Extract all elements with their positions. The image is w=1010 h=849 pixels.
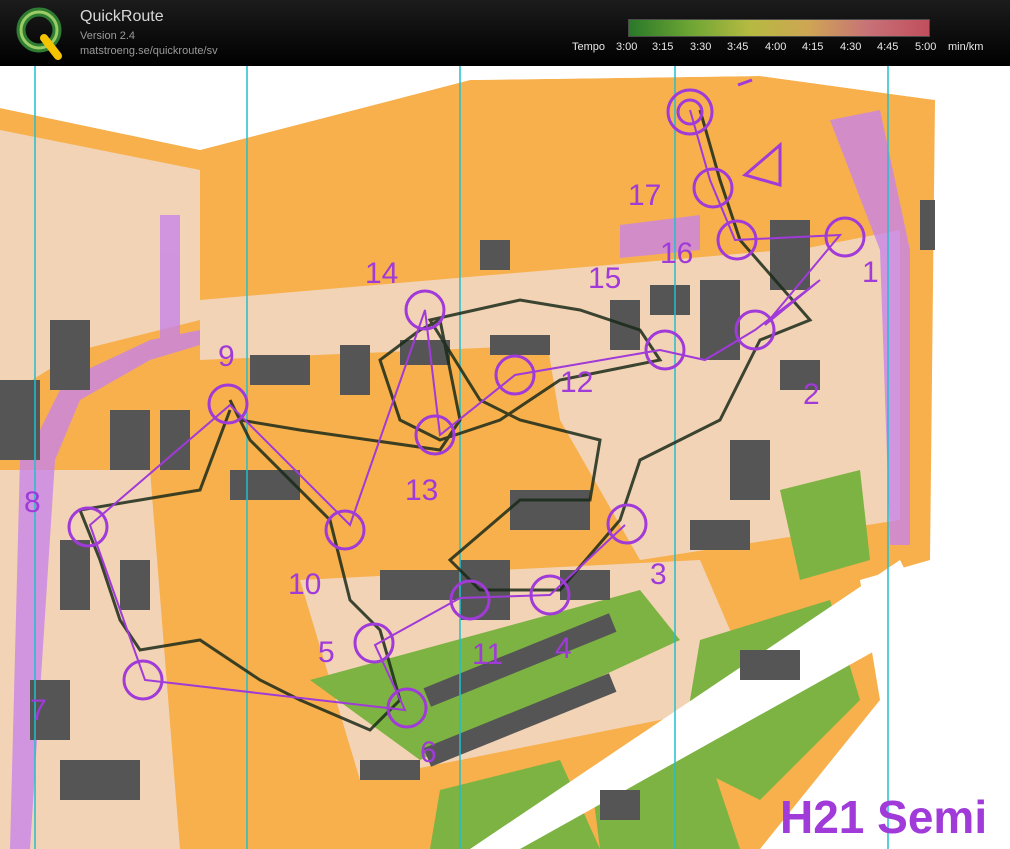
control-number: 17 — [628, 179, 661, 212]
tempo-tick: 3:00 — [616, 41, 638, 53]
orienteering-map[interactable]: 1 2 3 4 5 6 7 8 9 10 11 12 13 14 15 16 1… — [0, 66, 1010, 849]
control-number: 7 — [30, 694, 47, 727]
control-number: 14 — [365, 257, 398, 290]
control-number: 5 — [318, 636, 335, 669]
tempo-tick: 3:45 — [727, 41, 749, 53]
control-number: 1 — [862, 256, 879, 289]
quickroute-logo-icon — [16, 7, 62, 60]
header-bar: QuickRoute Version 2.4 matstroeng.se/qui… — [0, 0, 1010, 66]
tempo-color-scale — [628, 19, 930, 37]
control-number: 11 — [472, 638, 503, 671]
tempo-tick: 5:00 — [915, 41, 937, 53]
tempo-tick: 3:15 — [652, 41, 674, 53]
tempo-unit: min/km — [948, 41, 984, 53]
course-label: H21 Semi — [780, 791, 988, 843]
tempo-label: Tempo — [572, 41, 606, 53]
app-version: Version 2.4 — [80, 30, 136, 42]
tempo-tick: 3:30 — [690, 41, 712, 53]
control-number: 13 — [405, 474, 438, 507]
control-number: 16 — [660, 237, 693, 270]
control-number: 15 — [588, 262, 621, 295]
app-url: matstroeng.se/quickroute/sv — [80, 45, 218, 57]
control-number: 8 — [24, 486, 41, 519]
control-number: 2 — [803, 378, 820, 411]
control-number: 12 — [560, 366, 593, 399]
control-number: 4 — [555, 632, 572, 665]
control-number: 3 — [650, 558, 667, 591]
tempo-tick: 4:00 — [765, 41, 787, 53]
control-number: 10 — [288, 568, 321, 601]
tempo-tick: 4:15 — [802, 41, 824, 53]
tempo-tick: 4:45 — [877, 41, 899, 53]
tempo-tick: 4:30 — [840, 41, 862, 53]
control-number: 9 — [218, 340, 235, 373]
app-title: QuickRoute — [80, 8, 164, 25]
control-number: 6 — [420, 736, 437, 769]
